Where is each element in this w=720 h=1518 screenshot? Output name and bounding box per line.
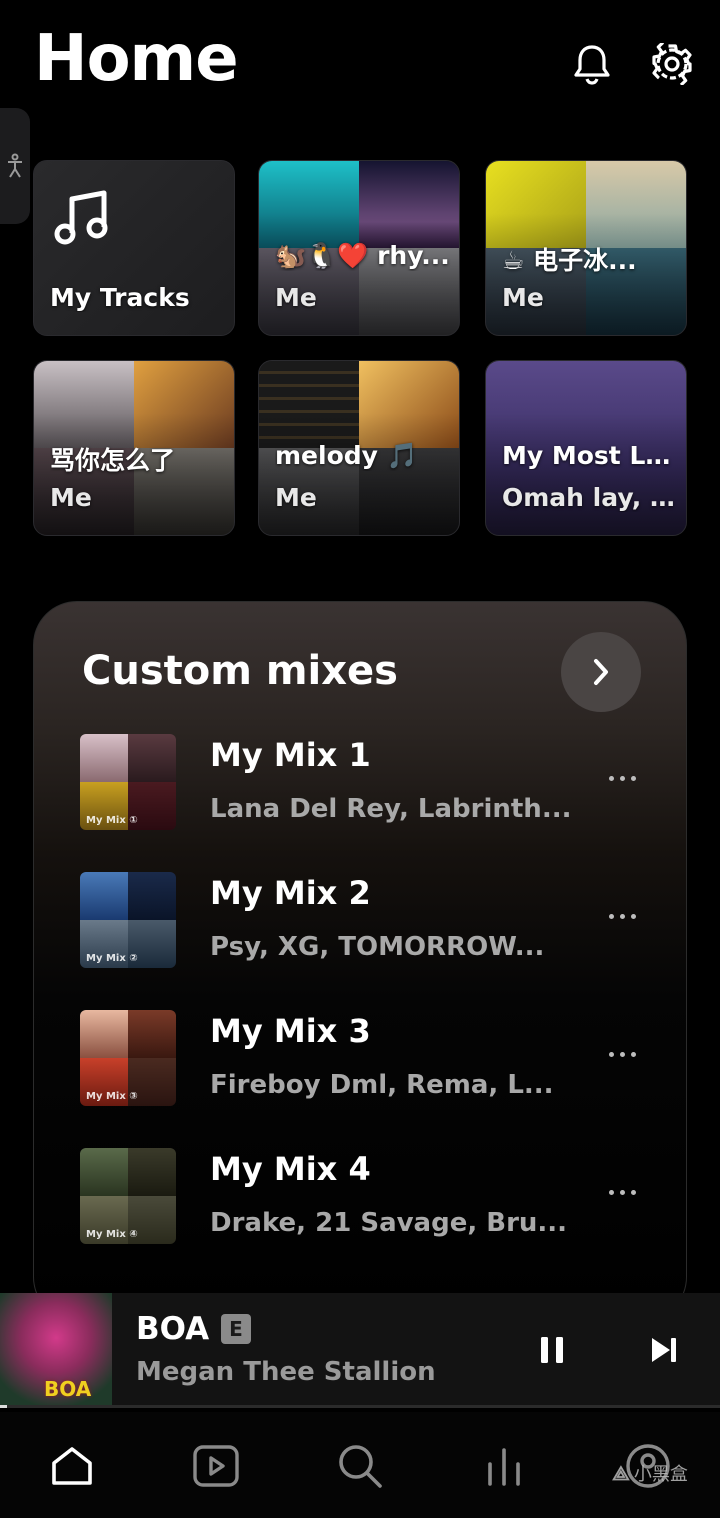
mix-name: My Mix 3	[210, 1012, 371, 1050]
tile-title: ☕ 电子冰...	[502, 246, 637, 275]
home-icon[interactable]	[42, 1436, 102, 1496]
mix-row-1[interactable]: My Mix ① My Mix 1 Lana Del Rey, Labrinth…	[80, 734, 660, 830]
custom-mixes-title: Custom mixes	[82, 648, 398, 694]
page-title: Home	[34, 22, 239, 96]
tile-playlist-chinese[interactable]: 骂你怎么了 Me	[33, 360, 235, 536]
now-playing-cover: BOA	[0, 1293, 112, 1405]
watermark-logo-icon: ⟁	[612, 1461, 630, 1485]
more-options-icon[interactable]	[602, 764, 642, 792]
playback-progress[interactable]	[0, 1405, 720, 1408]
custom-mixes-panel: Custom mixes My Mix ① My Mix 1 Lana Del …	[33, 601, 687, 1321]
mix-row-3[interactable]: My Mix ③ My Mix 3 Fireboy Dml, Rema, L..…	[80, 1010, 660, 1106]
tile-subtitle: Me	[502, 283, 544, 312]
mix-artists: Drake, 21 Savage, Bru...	[210, 1208, 568, 1238]
tile-playlist-melody[interactable]: melody 🎵 Me	[258, 360, 460, 536]
tile-title: melody 🎵	[275, 441, 418, 470]
accessibility-tab[interactable]	[0, 108, 30, 224]
mix-cover: My Mix ①	[80, 734, 176, 830]
now-playing-artist: Megan Thee Stallion	[136, 1357, 436, 1387]
now-playing-title: BOA	[136, 1311, 210, 1347]
tile-subtitle: Me	[50, 483, 92, 512]
mix-artists: Lana Del Rey, Labrinth...	[210, 794, 570, 824]
chevron-right-icon[interactable]	[561, 632, 641, 712]
watermark: ⟁ 小黑盒	[612, 1461, 688, 1485]
music-note-icon	[54, 189, 110, 251]
skip-next-icon[interactable]	[644, 1325, 684, 1375]
more-options-icon[interactable]	[602, 1178, 642, 1206]
mix-row-2[interactable]: My Mix ② My Mix 2 Psy, XG, TOMORROW...	[80, 872, 660, 968]
explicit-badge: E	[221, 1314, 251, 1344]
mix-cover: My Mix ④	[80, 1148, 176, 1244]
more-options-icon[interactable]	[602, 902, 642, 930]
tile-title: 🐿️🐧❤️ rhy...	[275, 241, 450, 270]
mix-cover: My Mix ②	[80, 872, 176, 968]
tile-playlist-rhy[interactable]: 🐿️🐧❤️ rhy... Me	[258, 160, 460, 336]
tile-subtitle: Omah lay, ...	[502, 483, 678, 512]
tile-my-most-liked[interactable]: My Most Li... Omah lay, ...	[485, 360, 687, 536]
pause-icon[interactable]	[532, 1325, 572, 1375]
tile-my-tracks[interactable]: My Tracks	[33, 160, 235, 336]
tile-subtitle: Me	[275, 483, 317, 512]
mix-name: My Mix 4	[210, 1150, 371, 1188]
more-options-icon[interactable]	[602, 1040, 642, 1068]
mix-artists: Psy, XG, TOMORROW...	[210, 932, 545, 962]
mix-row-4[interactable]: My Mix ④ My Mix 4 Drake, 21 Savage, Bru.…	[80, 1148, 660, 1244]
search-icon[interactable]	[330, 1436, 390, 1496]
stats-icon[interactable]	[474, 1436, 534, 1496]
tile-subtitle: Me	[275, 283, 317, 312]
settings-gear-icon[interactable]	[648, 40, 696, 88]
tile-title: My Tracks	[50, 283, 190, 312]
mix-cover: My Mix ③	[80, 1010, 176, 1106]
mix-artists: Fireboy Dml, Rema, L...	[210, 1070, 554, 1100]
mix-name: My Mix 1	[210, 736, 371, 774]
videos-icon[interactable]	[186, 1436, 246, 1496]
tile-title: 骂你怎么了	[50, 446, 176, 475]
mini-player[interactable]: BOA BOA E Megan Thee Stallion	[0, 1293, 720, 1407]
playback-progress-fill	[0, 1405, 8, 1408]
mix-name: My Mix 2	[210, 874, 371, 912]
notifications-bell-icon[interactable]	[568, 40, 616, 88]
tile-playlist-electronic[interactable]: ☕ 电子冰... Me	[485, 160, 687, 336]
tile-title: My Most Li...	[502, 441, 678, 470]
